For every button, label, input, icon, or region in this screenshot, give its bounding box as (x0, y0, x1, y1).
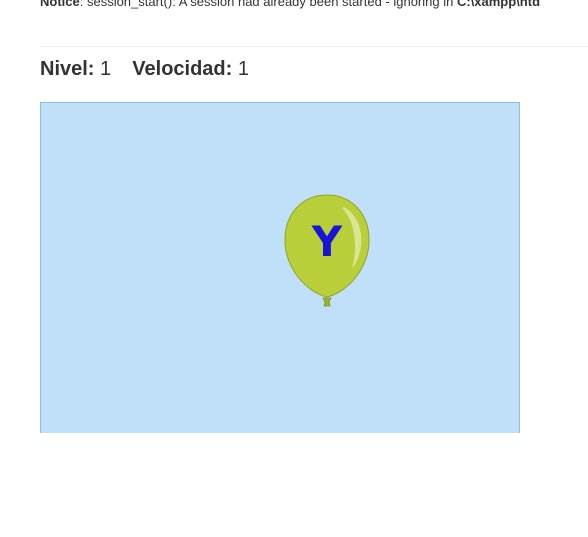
divider (40, 46, 588, 47)
php-notice: Notice: session_start(): A session had a… (40, 0, 540, 10)
level-value: 1 (100, 58, 112, 80)
speed-value: 1 (237, 58, 249, 80)
notice-message: : session_start(): A session had already… (79, 0, 457, 9)
notice-label: Notice (40, 0, 80, 9)
game-area[interactable]: Y (40, 102, 520, 433)
balloon[interactable]: Y (284, 194, 372, 312)
notice-path: C:\xampp\htd (456, 0, 541, 9)
balloon-letter: Y (311, 217, 343, 266)
game-stats: Nivel: 1 Velocidad: 1 (40, 57, 249, 81)
speed-label: Velocidad: (132, 58, 233, 80)
level-label: Nivel: (40, 58, 95, 80)
